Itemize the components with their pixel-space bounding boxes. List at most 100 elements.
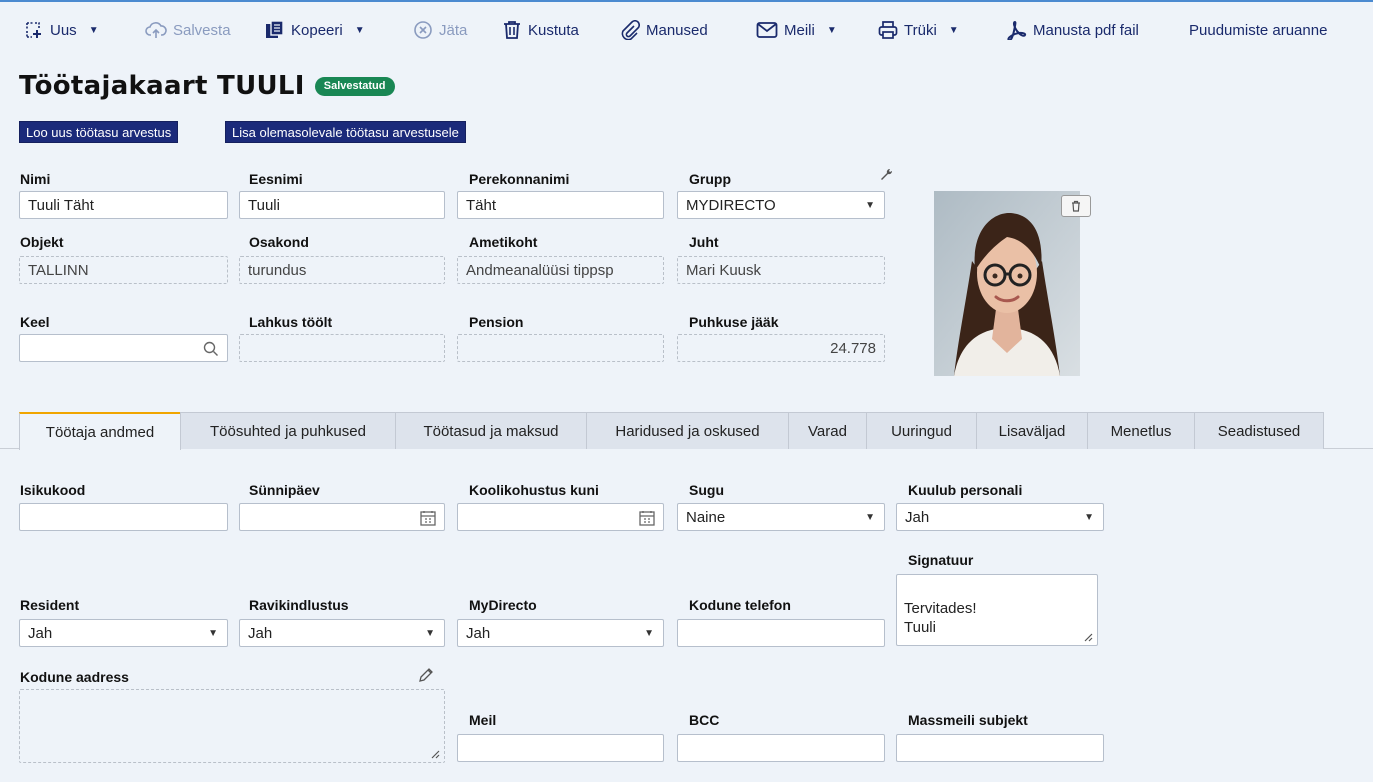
delete-button[interactable]: Kustuta bbox=[502, 18, 579, 42]
tab-settings[interactable]: Seadistused bbox=[1194, 412, 1324, 449]
group-select[interactable]: MYDIRECTO ▼ bbox=[677, 191, 885, 219]
name-label: Nimi bbox=[20, 171, 51, 187]
tab-extra-fields[interactable]: Lisaväljad bbox=[976, 412, 1088, 449]
attachments-label: Manused bbox=[646, 21, 708, 39]
mail-dropdown-icon[interactable]: ▼ bbox=[827, 25, 837, 36]
home-address-label: Kodune aadress bbox=[20, 669, 129, 685]
email-input[interactable] bbox=[457, 734, 664, 762]
name-input[interactable]: Tuuli Täht bbox=[19, 191, 228, 219]
gender-label: Sugu bbox=[689, 482, 724, 498]
manager-input: Mari Kuusk bbox=[677, 256, 885, 284]
mail-button[interactable]: Meili ▼ bbox=[756, 18, 837, 42]
language-input[interactable] bbox=[19, 334, 228, 362]
chevron-down-icon: ▼ bbox=[208, 628, 218, 639]
portrait-image bbox=[934, 191, 1080, 376]
chevron-down-icon: ▼ bbox=[865, 200, 875, 211]
resident-select[interactable]: Jah ▼ bbox=[19, 619, 228, 647]
copy-label: Kopeeri bbox=[291, 21, 343, 39]
delete-photo-button[interactable] bbox=[1061, 195, 1091, 217]
print-label: Trüki bbox=[904, 21, 937, 39]
employee-photo bbox=[934, 191, 1080, 376]
email-label: Meil bbox=[469, 712, 497, 728]
mail-icon bbox=[756, 22, 778, 38]
first-name-input[interactable]: Tuuli bbox=[239, 191, 445, 219]
new-button[interactable]: Uus ▼ bbox=[24, 18, 99, 42]
copy-dropdown-icon[interactable]: ▼ bbox=[355, 25, 365, 36]
object-input: TALLINN bbox=[19, 256, 228, 284]
tab-bar: Töötaja andmed Töösuhted ja puhkused Töö… bbox=[0, 412, 1373, 450]
print-dropdown-icon[interactable]: ▼ bbox=[949, 25, 959, 36]
wrench-icon[interactable] bbox=[880, 168, 892, 180]
chevron-down-icon: ▼ bbox=[1084, 512, 1094, 523]
attachments-button[interactable]: Manused bbox=[620, 18, 708, 42]
tab-salaries-taxes[interactable]: Töötasud ja maksud bbox=[395, 412, 587, 449]
new-payroll-button[interactable]: Loo uus töötasu arvestus bbox=[19, 121, 179, 143]
last-name-label: Perekonnanimi bbox=[469, 171, 570, 187]
resident-label: Resident bbox=[20, 597, 80, 613]
toolbar: Uus ▼ Salvesta Kopeeri ▼ Jäta Kustuta Ma… bbox=[0, 0, 1373, 56]
printer-icon bbox=[878, 21, 898, 39]
delete-label: Kustuta bbox=[528, 21, 579, 39]
home-phone-input[interactable] bbox=[677, 619, 885, 647]
resize-grip-icon[interactable] bbox=[1083, 632, 1093, 642]
save-button[interactable]: Salvesta bbox=[145, 18, 231, 42]
title-row: Töötajakaart TUULI Salvestatud bbox=[19, 68, 395, 104]
health-insurance-select[interactable]: Jah ▼ bbox=[239, 619, 445, 647]
signature-value: Tervitades! Tuuli bbox=[904, 600, 977, 636]
id-code-input[interactable] bbox=[19, 503, 228, 531]
chevron-down-icon: ▼ bbox=[865, 512, 875, 523]
tab-proceedings[interactable]: Menetlus bbox=[1087, 412, 1195, 449]
copy-icon bbox=[266, 20, 284, 38]
birthday-input[interactable] bbox=[239, 503, 445, 531]
absence-report-button[interactable]: Puudumiste aruanne bbox=[1189, 18, 1327, 42]
calendar-icon[interactable] bbox=[420, 510, 436, 526]
language-label: Keel bbox=[20, 314, 50, 330]
trash-icon bbox=[1072, 200, 1080, 212]
mydirecto-value: Jah bbox=[466, 624, 491, 642]
bcc-input[interactable] bbox=[677, 734, 885, 762]
copy-button[interactable]: Kopeeri ▼ bbox=[265, 18, 365, 42]
add-to-payroll-button[interactable]: Lisa olemasolevale töötasu arvestusele bbox=[225, 121, 466, 143]
paperclip-icon bbox=[621, 20, 640, 40]
staff-label: Kuulub personali bbox=[908, 482, 1023, 498]
staff-select[interactable]: Jah ▼ bbox=[896, 503, 1104, 531]
group-label: Grupp bbox=[689, 171, 731, 187]
home-phone-label: Kodune telefon bbox=[689, 597, 791, 613]
mydirecto-select[interactable]: Jah ▼ bbox=[457, 619, 664, 647]
staff-value: Jah bbox=[905, 508, 930, 526]
chevron-down-icon: ▼ bbox=[644, 628, 654, 639]
school-until-input[interactable] bbox=[457, 503, 664, 531]
home-address-textarea[interactable] bbox=[19, 689, 445, 763]
vacation-balance-label: Puhkuse jääk bbox=[689, 314, 779, 330]
department-label: Osakond bbox=[249, 234, 309, 250]
health-insurance-value: Jah bbox=[248, 624, 273, 642]
search-icon[interactable] bbox=[203, 341, 219, 357]
tab-surveys[interactable]: Uuringud bbox=[866, 412, 977, 449]
resident-value: Jah bbox=[28, 624, 53, 642]
tab-assets[interactable]: Varad bbox=[788, 412, 867, 449]
tab-employment-vacations[interactable]: Töösuhted ja puhkused bbox=[180, 412, 396, 449]
last-name-input[interactable]: Täht bbox=[457, 191, 664, 219]
group-value: MYDIRECTO bbox=[686, 196, 776, 214]
left-work-input bbox=[239, 334, 445, 362]
new-dropdown-icon[interactable]: ▼ bbox=[89, 25, 99, 36]
skip-button[interactable]: Jäta bbox=[413, 18, 467, 42]
signature-textarea[interactable]: Tervitades! Tuuli bbox=[896, 574, 1098, 646]
gender-select[interactable]: Naine ▼ bbox=[677, 503, 885, 531]
left-work-label: Lahkus töölt bbox=[249, 314, 333, 330]
mass-mail-subject-label: Massmeili subjekt bbox=[908, 712, 1028, 728]
pencil-icon[interactable] bbox=[417, 666, 435, 684]
new-label: Uus bbox=[50, 21, 77, 39]
mydirecto-label: MyDirecto bbox=[469, 597, 537, 613]
birthday-label: Sünnipäev bbox=[249, 482, 320, 498]
tab-employee-data[interactable]: Töötaja andmed bbox=[19, 412, 181, 450]
mass-mail-subject-input[interactable] bbox=[896, 734, 1104, 762]
resize-grip-icon[interactable] bbox=[430, 749, 440, 759]
print-button[interactable]: Trüki ▼ bbox=[878, 18, 959, 42]
cancel-circle-icon bbox=[414, 21, 432, 39]
calendar-icon[interactable] bbox=[639, 510, 655, 526]
attach-pdf-button[interactable]: Manusta pdf fail bbox=[1005, 18, 1139, 42]
pension-input bbox=[457, 334, 664, 362]
department-input: turundus bbox=[239, 256, 445, 284]
tab-education-skills[interactable]: Haridused ja oskused bbox=[586, 412, 789, 449]
